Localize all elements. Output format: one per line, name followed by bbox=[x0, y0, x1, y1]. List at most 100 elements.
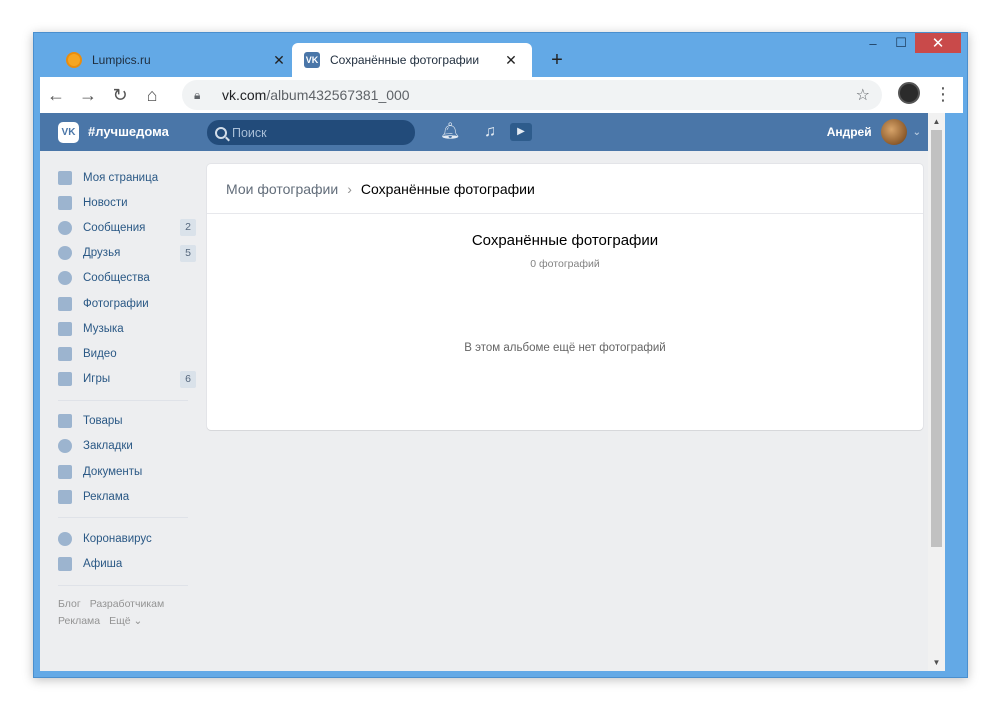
tab-bar: Lumpics.ru ✕ VK Сохранённые фотографии ✕… bbox=[42, 43, 642, 77]
sidebar-item-label: Друзья bbox=[83, 247, 121, 260]
virus-icon bbox=[58, 532, 72, 547]
sidebar-item-my-page[interactable]: Моя страница bbox=[58, 165, 196, 190]
sidebar-item-bookmarks[interactable]: Закладки bbox=[58, 434, 196, 459]
vk-logo-icon[interactable]: VK bbox=[58, 122, 79, 143]
forward-button[interactable]: → bbox=[72, 79, 104, 111]
tab-close-icon[interactable]: ✕ bbox=[502, 52, 520, 69]
scroll-down-arrow-icon[interactable]: ▼ bbox=[928, 658, 945, 667]
footer-links: Блог Разработчикам Реклама Ещё ⌄ bbox=[58, 596, 196, 630]
browser-menu-icon[interactable]: ⋮ bbox=[933, 80, 953, 108]
lock-icon[interactable]: 🔒︎ bbox=[194, 88, 208, 103]
sidebar-item-music[interactable]: Музыка bbox=[58, 316, 196, 341]
sidebar-item-label: Музыка bbox=[83, 322, 124, 335]
sidebar-item-label: Афиша bbox=[83, 558, 123, 571]
new-tab-button[interactable]: + bbox=[547, 50, 567, 71]
breadcrumb-current: Сохранённые фотографии bbox=[360, 180, 535, 197]
album-title: Сохранённые фотографии bbox=[471, 232, 659, 249]
music-icon[interactable]: ♫ bbox=[480, 122, 500, 142]
url-path: /album432567381_000 bbox=[266, 87, 410, 103]
scroll-thumb[interactable] bbox=[931, 130, 942, 547]
video-play-icon[interactable]: ▶ bbox=[510, 123, 532, 141]
scroll-up-arrow-icon[interactable]: ▲ bbox=[928, 117, 945, 126]
bag-icon bbox=[58, 414, 72, 429]
sidebar-item-afisha[interactable]: Афиша bbox=[58, 552, 196, 577]
groups-icon bbox=[58, 271, 72, 286]
sidebar-item-label: Фотографии bbox=[83, 297, 149, 310]
sidebar-item-label: Товары bbox=[83, 415, 123, 428]
user-menu[interactable]: Андрей ⌄ bbox=[827, 119, 921, 145]
breadcrumb-my-photos[interactable]: Мои фотографии bbox=[226, 181, 338, 197]
left-sidebar: Моя страница Новости Сообщения 2 Друзья 5 … bbox=[58, 165, 196, 630]
profile-avatar[interactable] bbox=[898, 82, 920, 104]
tab-close-icon[interactable]: ✕ bbox=[270, 52, 288, 69]
avatar bbox=[880, 119, 907, 145]
window-controls: – ☐ ✕ bbox=[859, 33, 961, 55]
footer-link-ads[interactable]: Реклама bbox=[58, 615, 100, 627]
sidebar-item-label: Новости bbox=[83, 196, 128, 209]
sidebar-item-news[interactable]: Новости bbox=[58, 190, 196, 215]
sidebar-item-label: Видео bbox=[83, 347, 117, 360]
document-icon bbox=[58, 464, 72, 479]
sidebar-divider bbox=[58, 584, 188, 586]
maximize-button[interactable]: ☐ bbox=[887, 33, 915, 53]
sidebar-item-ads[interactable]: Реклама bbox=[58, 484, 196, 509]
search-icon bbox=[215, 126, 227, 139]
sidebar-item-label: Моя страница bbox=[83, 171, 159, 184]
footer-link-more[interactable]: Ещё ⌄ bbox=[109, 615, 142, 627]
sidebar-item-label: Игры bbox=[83, 373, 111, 386]
brand-hashtag[interactable]: #лучшедома bbox=[88, 124, 169, 139]
sidebar-item-groups[interactable]: Сообщества bbox=[58, 266, 196, 291]
minimize-button[interactable]: – bbox=[859, 33, 887, 53]
play-circle-icon bbox=[58, 557, 72, 572]
messages-count-badge: 2 bbox=[180, 219, 196, 237]
sidebar-item-market[interactable]: Товары bbox=[58, 409, 196, 434]
orange-circle-icon bbox=[66, 52, 82, 68]
notifications-bell-icon[interactable]: 🔔︎ bbox=[440, 122, 460, 142]
camera-icon bbox=[58, 296, 72, 311]
games-count-badge: 6 bbox=[180, 370, 196, 388]
reload-button[interactable]: ↻ bbox=[104, 79, 136, 111]
sidebar-item-label: Сообщества bbox=[83, 272, 150, 285]
megaphone-icon bbox=[58, 489, 72, 504]
back-button[interactable]: ← bbox=[40, 79, 72, 111]
home-button[interactable]: ⌂ bbox=[136, 79, 168, 111]
messages-icon bbox=[58, 220, 72, 235]
sidebar-item-friends[interactable]: Друзья 5 bbox=[58, 241, 196, 266]
vk-page: VK #лучшедома Поиск 🔔︎ ♫ ▶ Андрей ⌄ Моя … bbox=[40, 113, 945, 671]
sidebar-divider bbox=[58, 517, 188, 519]
close-window-button[interactable]: ✕ bbox=[915, 33, 961, 53]
sidebar-item-video[interactable]: Видео bbox=[58, 341, 196, 366]
footer-link-blog[interactable]: Блог bbox=[58, 598, 81, 610]
sidebar-item-label: Закладки bbox=[83, 440, 133, 453]
search-input[interactable]: Поиск bbox=[207, 120, 415, 145]
tab-title: Сохранённые фотографии bbox=[330, 53, 480, 67]
empty-album-message: В этом альбоме ещё нет фотографий bbox=[464, 342, 666, 354]
bookmark-star-icon[interactable]: ☆ bbox=[856, 85, 870, 105]
breadcrumb: Мои фотографии › Сохранённые фотографии bbox=[207, 164, 923, 214]
chevron-right-icon: › bbox=[347, 180, 352, 197]
sidebar-item-label: Коронавирус bbox=[83, 533, 152, 546]
star-icon bbox=[58, 439, 72, 454]
browser-window: – ☐ ✕ Lumpics.ru ✕ VK Сохранённые фотогр… bbox=[33, 32, 968, 678]
footer-link-developers[interactable]: Разработчикам bbox=[90, 598, 165, 610]
tab-lumpics[interactable]: Lumpics.ru ✕ bbox=[54, 43, 300, 77]
address-bar[interactable]: 🔒︎ vk.com/album432567381_000 ☆ bbox=[182, 80, 882, 110]
tab-saved-photos[interactable]: VK Сохранённые фотографии ✕ bbox=[292, 43, 532, 77]
sidebar-item-label: Документы bbox=[83, 465, 143, 478]
user-name: Андрей bbox=[826, 125, 872, 139]
sidebar-item-photos[interactable]: Фотографии bbox=[58, 291, 196, 316]
sidebar-item-documents[interactable]: Документы bbox=[58, 459, 196, 484]
browser-toolbar: ← → ↻ ⌂ 🔒︎ vk.com/album432567381_000 ☆ ⋮ bbox=[40, 77, 963, 113]
home-icon bbox=[58, 170, 72, 185]
vk-header: VK #лучшедома Поиск 🔔︎ ♫ ▶ Андрей ⌄ bbox=[40, 113, 945, 151]
sidebar-item-messages[interactable]: Сообщения 2 bbox=[58, 215, 196, 240]
vertical-scrollbar[interactable]: ▲ ▼ bbox=[928, 113, 945, 671]
sidebar-item-games[interactable]: Игры 6 bbox=[58, 367, 196, 392]
sidebar-item-label: Реклама bbox=[83, 490, 130, 503]
url-text: vk.com/album432567381_000 bbox=[222, 87, 856, 103]
friends-icon bbox=[58, 246, 72, 261]
album-photo-count: 0 фотографий bbox=[530, 258, 600, 270]
sidebar-item-coronavirus[interactable]: Коронавирус bbox=[58, 526, 196, 551]
url-host: vk.com bbox=[222, 87, 267, 103]
news-icon bbox=[58, 195, 72, 210]
